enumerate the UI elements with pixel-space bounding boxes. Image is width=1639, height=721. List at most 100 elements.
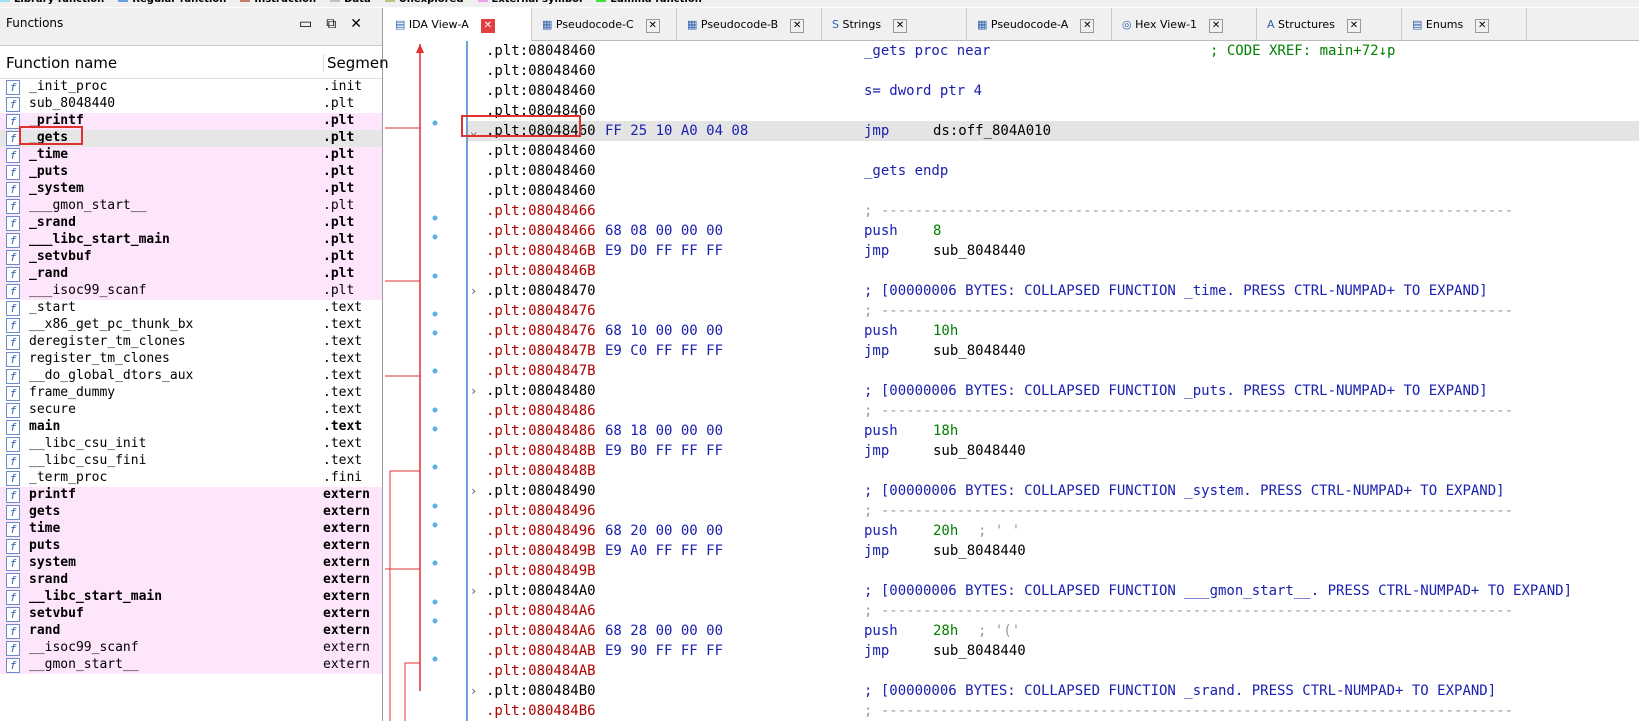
tab-structures[interactable]: A Structures ✕ [1257, 8, 1402, 41]
disasm-line[interactable]: .plt:0804849B [468, 561, 1639, 581]
disasm-line[interactable]: .plt:08048460 [468, 101, 1639, 121]
disasm-line[interactable]: › .plt:08048490 ; [00000006 BYTES: COLLAPS… [468, 481, 1639, 501]
function-row[interactable]: f _init_proc .init [0, 79, 382, 96]
function-row[interactable]: f rand extern [0, 623, 382, 640]
expand-toggle-icon[interactable]: › [470, 281, 477, 301]
tab-pseudocode-a[interactable]: ▦ Pseudocode-A ✕ [967, 8, 1112, 41]
disasm-line[interactable]: .plt:08048486 ; -------------------------… [468, 401, 1639, 421]
line-address: .plt:0804849B [486, 543, 596, 559]
disasm-line[interactable]: .plt:08048460 [468, 61, 1639, 81]
col-segment[interactable]: Segmen [323, 54, 389, 72]
function-row[interactable]: f sub_8048440 .plt [0, 96, 382, 113]
function-row[interactable]: f __do_global_dtors_aux .text [0, 368, 382, 385]
disasm-line[interactable]: .plt:08048460 _gets endp [468, 161, 1639, 181]
disasm-line[interactable]: .plt:0804849B E9 A0 FF FF FF jmp sub_804844… [468, 541, 1639, 561]
function-row[interactable]: f _start .text [0, 300, 382, 317]
function-row[interactable]: f _time .plt [0, 147, 382, 164]
disasm-line[interactable]: .plt:08048460 [468, 181, 1639, 201]
tab-strings[interactable]: S Strings ✕ [822, 8, 967, 41]
expand-toggle-icon[interactable]: › [470, 581, 477, 601]
disasm-line[interactable]: .plt:08048460 [468, 141, 1639, 161]
tab-enums[interactable]: ▤ Enums ✕ [1402, 8, 1527, 41]
tab-close-icon[interactable]: ✕ [893, 19, 908, 33]
disasm-line[interactable]: .plt:0804847B [468, 361, 1639, 381]
disassembly-view[interactable]: .plt:08048460 _gets proc near ; CODE XREF:… [466, 41, 1639, 721]
disasm-line[interactable]: .plt:080484B6 ; -------------------------… [468, 701, 1639, 721]
function-row[interactable]: f main .text [0, 419, 382, 436]
function-row[interactable]: f secure .text [0, 402, 382, 419]
function-row[interactable]: f __gmon_start__ extern [0, 657, 382, 674]
tab-pseudocode-b[interactable]: ▦ Pseudocode-B ✕ [677, 8, 822, 41]
xref-comment[interactable]: ; CODE XREF: main+72↓p [1210, 41, 1395, 61]
function-row[interactable]: f __libc_csu_fini .text [0, 453, 382, 470]
disasm-line[interactable]: .plt:0804848B [468, 461, 1639, 481]
disasm-line[interactable]: .plt:080484A6 ; -------------------------… [468, 601, 1639, 621]
function-row[interactable]: f register_tm_clones .text [0, 351, 382, 368]
disasm-line[interactable]: .plt:08048476 ; -------------------------… [468, 301, 1639, 321]
disasm-line[interactable]: .plt:08048460 s= dword ptr 4 [468, 81, 1639, 101]
function-row[interactable]: f ___libc_start_main .plt [0, 232, 382, 249]
function-row[interactable]: f srand extern [0, 572, 382, 589]
disasm-line[interactable]: .plt:08048496 ; -------------------------… [468, 501, 1639, 521]
disasm-line[interactable]: ⌄ .plt:08048460 FF 25 10 A0 04 08 jmp ds:off… [468, 121, 1639, 141]
disasm-line[interactable]: .plt:08048466 68 08 00 00 00 push 8 [468, 221, 1639, 241]
function-row[interactable]: f ___isoc99_scanf .plt [0, 283, 382, 300]
function-row[interactable]: f _term_proc .fini [0, 470, 382, 487]
tab-pseudocode-c[interactable]: ▦ Pseudocode-C ✕ [532, 8, 677, 41]
disasm-line[interactable]: .plt:08048466 ; -------------------------… [468, 201, 1639, 221]
disasm-line[interactable]: .plt:08048460 _gets proc near ; CODE XREF:… [468, 41, 1639, 61]
disasm-line[interactable]: .plt:08048496 68 20 00 00 00 push 20h ; ' ' [468, 521, 1639, 541]
col-function-name[interactable]: Function name [6, 54, 117, 72]
function-row[interactable]: f setvbuf extern [0, 606, 382, 623]
disasm-line[interactable]: › .plt:08048480 ; [00000006 BYTES: COLLAPS… [468, 381, 1639, 401]
disasm-line[interactable]: .plt:0804846B [468, 261, 1639, 281]
function-row[interactable]: f ___gmon_start__ .plt [0, 198, 382, 215]
function-segment: .plt [323, 198, 355, 213]
tab-hex-view-1[interactable]: ◎ Hex View-1 ✕ [1112, 8, 1257, 41]
tab-close-icon[interactable]: ✕ [480, 19, 495, 33]
disasm-line[interactable]: .plt:080484A6 68 28 00 00 00 push 28h ; '(' [468, 621, 1639, 641]
function-row[interactable]: f system extern [0, 555, 382, 572]
functions-column-header[interactable]: Function name Segmen [0, 46, 389, 79]
function-row[interactable]: f _setvbuf .plt [0, 249, 382, 266]
function-row[interactable]: f printf extern [0, 487, 382, 504]
expand-toggle-icon[interactable]: › [470, 481, 477, 501]
disasm-line[interactable]: .plt:08048486 68 18 00 00 00 push 18h [468, 421, 1639, 441]
function-row[interactable]: f __x86_get_pc_thunk_bx .text [0, 317, 382, 334]
expand-toggle-icon[interactable]: › [470, 381, 477, 401]
tab-close-icon[interactable]: ✕ [1475, 19, 1490, 33]
tab-close-icon[interactable]: ✕ [790, 19, 805, 33]
disasm-line[interactable]: .plt:0804848B E9 B0 FF FF FF jmp sub_804844… [468, 441, 1639, 461]
function-row[interactable]: f _system .plt [0, 181, 382, 198]
tab-close-icon[interactable]: ✕ [1209, 19, 1224, 33]
tab-close-icon[interactable]: ✕ [645, 19, 660, 33]
disasm-line[interactable]: .plt:0804846B E9 D0 FF FF FF jmp sub_804844… [468, 241, 1639, 261]
function-icon: f [6, 539, 20, 554]
expand-toggle-icon[interactable]: › [470, 681, 477, 701]
tab-ida-view-a[interactable]: ▤ IDA View-A ✕ [385, 8, 532, 41]
disasm-line[interactable]: › .plt:080484A0 ; [00000006 BYTES: COLLAPS… [468, 581, 1639, 601]
function-row[interactable]: f __libc_csu_init .text [0, 436, 382, 453]
function-icon: f [6, 284, 20, 299]
disasm-line[interactable]: .plt:080484AB [468, 661, 1639, 681]
function-row[interactable]: f frame_dummy .text [0, 385, 382, 402]
function-name: __x86_get_pc_thunk_bx [29, 317, 194, 332]
tab-close-icon[interactable]: ✕ [1346, 19, 1361, 33]
function-row[interactable]: f deregister_tm_clones .text [0, 334, 382, 351]
disasm-line[interactable]: › .plt:080484B0 ; [00000006 BYTES: COLLAPS… [468, 681, 1639, 701]
disasm-line[interactable]: .plt:080484AB E9 90 FF FF FF jmp sub_804844… [468, 641, 1639, 661]
function-row[interactable]: f time extern [0, 521, 382, 538]
function-row[interactable]: f puts extern [0, 538, 382, 555]
disasm-line[interactable]: › .plt:08048470 ; [00000006 BYTES: COLLAPS… [468, 281, 1639, 301]
disasm-line[interactable]: .plt:0804847B E9 C0 FF FF FF jmp sub_804844… [468, 341, 1639, 361]
function-row[interactable]: f _puts .plt [0, 164, 382, 181]
function-name: srand [29, 572, 69, 587]
function-row[interactable]: f __isoc99_scanf extern [0, 640, 382, 657]
panel-window-controls[interactable]: ▭⧉✕ [299, 16, 376, 32]
disasm-line[interactable]: .plt:08048476 68 10 00 00 00 push 10h [468, 321, 1639, 341]
function-row[interactable]: f gets extern [0, 504, 382, 521]
function-row[interactable]: f __libc_start_main extern [0, 589, 382, 606]
tab-close-icon[interactable]: ✕ [1080, 19, 1095, 33]
function-row[interactable]: f _rand .plt [0, 266, 382, 283]
function-row[interactable]: f _srand .plt [0, 215, 382, 232]
